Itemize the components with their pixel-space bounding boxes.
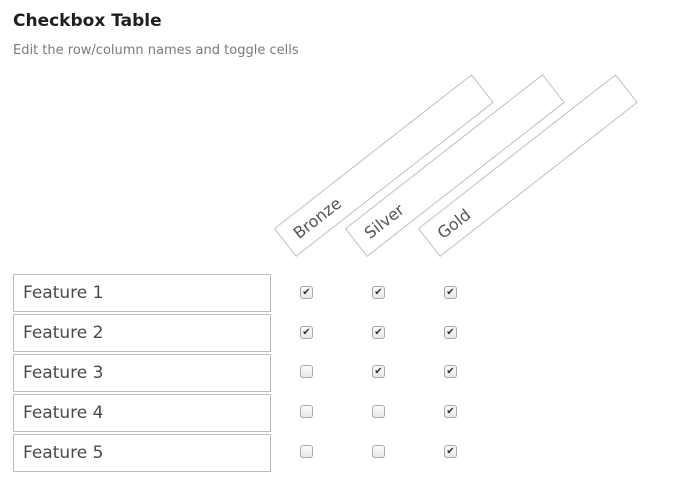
page-title: Checkbox Table xyxy=(13,11,162,31)
cell-checkbox[interactable]: ✔ xyxy=(372,365,385,378)
cell-checkbox[interactable]: ✔ xyxy=(444,326,457,339)
cell-checkbox[interactable]: ✔ xyxy=(444,405,457,418)
cell-checkbox[interactable] xyxy=(300,365,313,378)
row-name-input-5[interactable]: Feature 5 xyxy=(13,434,271,472)
check-icon: ✔ xyxy=(446,365,455,377)
cell-checkbox[interactable]: ✔ xyxy=(444,365,457,378)
check-icon: ✔ xyxy=(374,286,383,298)
row-name-input-1[interactable]: Feature 1 xyxy=(13,274,271,312)
check-icon: ✔ xyxy=(302,326,311,338)
column-header-label: Bronze xyxy=(289,193,345,243)
row-name-input-3[interactable]: Feature 3 xyxy=(13,354,271,392)
row-name-input-4[interactable]: Feature 4 xyxy=(13,394,271,432)
cell-checkbox[interactable] xyxy=(300,445,313,458)
cell-checkbox[interactable]: ✔ xyxy=(372,286,385,299)
check-icon: ✔ xyxy=(374,365,383,377)
check-icon: ✔ xyxy=(374,326,383,338)
column-header-label: Gold xyxy=(433,204,475,243)
cell-checkbox[interactable]: ✔ xyxy=(300,286,313,299)
column-header-label: Silver xyxy=(360,199,408,243)
cell-checkbox[interactable] xyxy=(300,405,313,418)
check-icon: ✔ xyxy=(302,286,311,298)
page-subtitle: Edit the row/column names and toggle cel… xyxy=(13,43,299,58)
check-icon: ✔ xyxy=(446,445,455,457)
cell-checkbox[interactable]: ✔ xyxy=(372,326,385,339)
check-icon: ✔ xyxy=(446,326,455,338)
cell-checkbox[interactable]: ✔ xyxy=(444,286,457,299)
cell-checkbox[interactable]: ✔ xyxy=(444,445,457,458)
check-icon: ✔ xyxy=(446,405,455,417)
row-name-input-2[interactable]: Feature 2 xyxy=(13,314,271,352)
check-icon: ✔ xyxy=(446,286,455,298)
cell-checkbox[interactable] xyxy=(372,405,385,418)
cell-checkbox[interactable] xyxy=(372,445,385,458)
cell-checkbox[interactable]: ✔ xyxy=(300,326,313,339)
